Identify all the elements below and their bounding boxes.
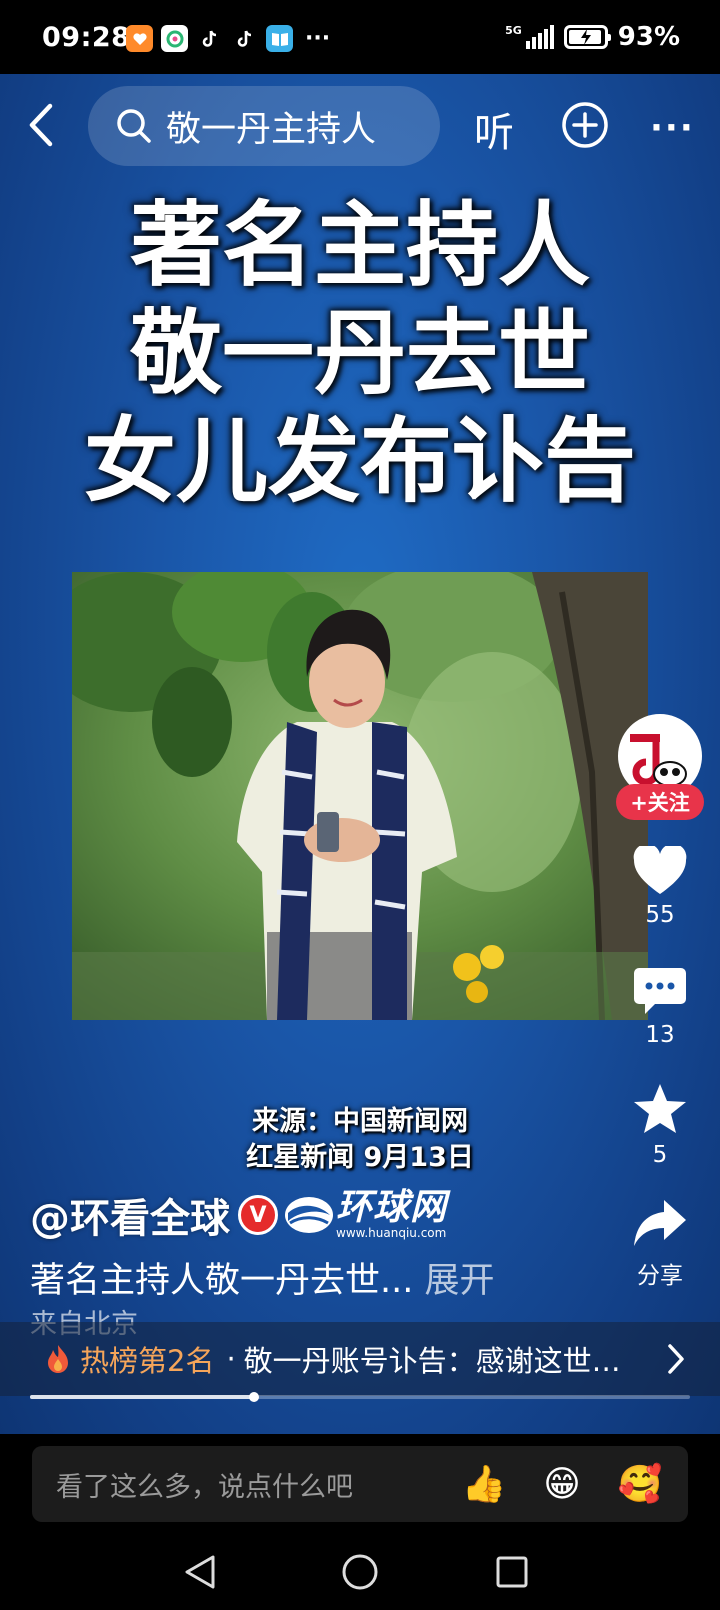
comment-button[interactable]: 13 [614, 966, 706, 1048]
listen-button[interactable]: 听 [474, 100, 514, 158]
author-row: @环看全球 V 环球网 www.huanqiu.com [30, 1186, 447, 1244]
author-name[interactable]: @环看全球 [30, 1186, 230, 1244]
system-nav-bar [0, 1534, 720, 1610]
star-icon [634, 1084, 686, 1133]
like-button[interactable]: 55 [614, 843, 706, 928]
back-button[interactable] [20, 100, 64, 150]
status-right: 5G 93% [505, 22, 680, 52]
status-app-icons: ··· [126, 25, 330, 52]
nav-home-button[interactable] [332, 1544, 388, 1600]
description-text: 著名主持人敬一丹去世... [30, 1261, 414, 1301]
source-caption: 来源：中国新闻网 红星新闻 9月13日 [0, 1104, 720, 1176]
triangle-back-icon [185, 1555, 215, 1589]
square-recents-icon [496, 1556, 528, 1588]
love-emoji-button[interactable]: 🥰 [610, 1463, 670, 1505]
progress-thumb[interactable] [249, 1392, 259, 1402]
back-arrow-icon [29, 103, 53, 147]
verified-badge-icon: V [238, 1195, 278, 1235]
favorite-count: 5 [652, 1142, 668, 1168]
tiktok-app-icon [231, 25, 258, 52]
follow-button[interactable]: +关注 [616, 784, 704, 820]
comment-input[interactable]: 看了这么多，说点什么吧 👍 😁 🥰 [32, 1446, 688, 1522]
globe-logo-icon [285, 1197, 333, 1233]
progress-fill [30, 1395, 254, 1399]
chevron-right-icon [668, 1344, 684, 1374]
share-label: 分享 [637, 1263, 683, 1289]
headline-line: 女儿发布讣告 [83, 408, 636, 515]
source-line: 来源：中国新闻网 [252, 1106, 468, 1137]
nav-back-button[interactable] [172, 1544, 228, 1600]
logo-url: www.huanqiu.com [336, 1226, 447, 1240]
status-time: 09:28 [42, 22, 131, 53]
heart-icon [633, 843, 687, 894]
fire-icon [48, 1345, 68, 1373]
huanqiu-logo: 环球网 www.huanqiu.com [282, 1190, 447, 1240]
favorite-button[interactable]: 5 [614, 1082, 706, 1168]
taobao-app-icon [126, 25, 153, 52]
signal-icon: 5G [505, 25, 554, 49]
headline-line: 敬一丹去世 [129, 300, 590, 407]
battery-percent: 93% [617, 22, 680, 52]
trending-bar[interactable]: 热榜第2名 · 敬一丹账号讣告：感谢这世… [0, 1322, 720, 1396]
like-count: 55 [645, 902, 675, 928]
tiktok-app-icon [196, 25, 223, 52]
more-options-button[interactable]: ··· [650, 108, 695, 148]
top-bar: 敬一丹主持人 听 ··· [0, 86, 720, 166]
headline-line: 著名主持人 [129, 192, 590, 299]
add-button[interactable] [560, 100, 610, 150]
comment-count: 13 [645, 1022, 675, 1048]
news-photo [72, 572, 648, 1020]
comment-placeholder: 看了这么多，说点什么吧 [56, 1471, 353, 1503]
battery-icon [563, 25, 611, 49]
nav-recents-button[interactable] [484, 1544, 540, 1600]
trending-rank: 热榜第2名 [80, 1344, 215, 1378]
search-icon [114, 106, 154, 146]
circle-home-icon [342, 1554, 378, 1590]
status-bar: 09:28 ··· 5G 93% [0, 0, 720, 74]
trending-title: 敬一丹账号讣告：感谢这世… [243, 1344, 621, 1378]
logo-text: 环球网 [336, 1187, 448, 1228]
plus-circle-icon [562, 102, 608, 148]
share-button[interactable]: 分享 [614, 1198, 706, 1290]
share-arrow-icon [634, 1200, 686, 1246]
search-query: 敬一丹主持人 [166, 109, 377, 150]
book-app-icon [266, 25, 293, 52]
grin-emoji-button[interactable]: 😁 [532, 1464, 592, 1505]
search-box[interactable]: 敬一丹主持人 [88, 86, 440, 166]
video-progress-bar[interactable] [30, 1392, 690, 1402]
more-notifications-icon: ··· [305, 25, 331, 51]
network-type: 5G [505, 24, 522, 37]
comment-icon [634, 968, 686, 1014]
comment-bar: 看了这么多，说点什么吧 👍 😁 🥰 [0, 1434, 720, 1534]
trending-separator: · [226, 1342, 236, 1376]
photo-app-icon [161, 25, 188, 52]
thumbs-up-emoji-button[interactable]: 👍 [454, 1463, 514, 1505]
video-headline: 著名主持人 敬一丹去世 女儿发布讣告 [0, 192, 720, 516]
video-player[interactable]: 敬一丹主持人 听 ··· 著名主持人 敬一丹去世 女儿发布讣告 来源：中国新闻网… [0, 74, 720, 1434]
source-line: 红星新闻 9月13日 [246, 1142, 474, 1173]
expand-button[interactable]: 展开 [425, 1261, 495, 1301]
video-description[interactable]: 著名主持人敬一丹去世... 展开 [30, 1252, 495, 1303]
